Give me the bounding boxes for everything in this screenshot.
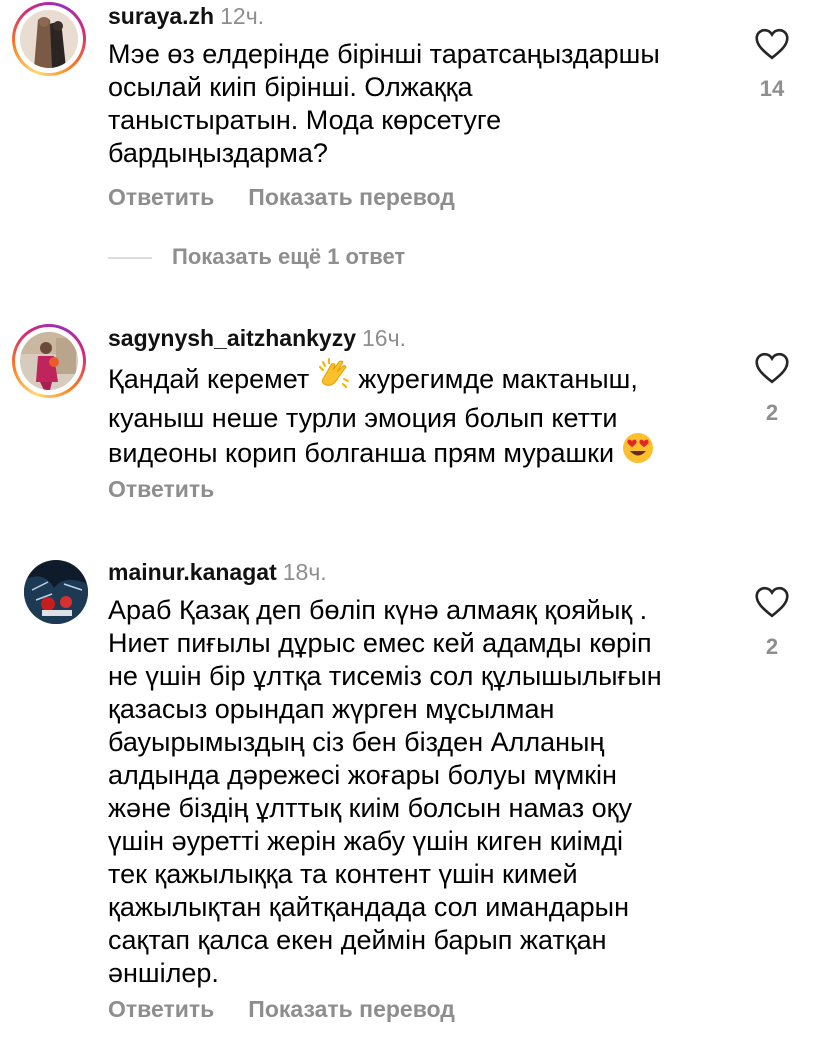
comment-text-fragment: видеоны корип болганша прям мурашки <box>108 438 622 469</box>
show-translation-button[interactable]: Показать перевод <box>248 184 455 210</box>
like-count: 14 <box>759 76 785 101</box>
comment-text: Араб Қазақ деп бөліп күнә алмаяқ қояйық … <box>108 594 718 990</box>
reply-button[interactable]: Ответить <box>108 476 214 502</box>
timestamp: 18ч. <box>282 559 327 585</box>
show-more-replies-label: Показать ещё 1 ответ <box>172 244 406 269</box>
avatar[interactable] <box>24 560 88 624</box>
comment-header: suraya.zh 12ч. <box>108 2 264 30</box>
comment-header: sagynysh_aitzhankyzy 16ч. <box>108 324 406 352</box>
heart-eyes-face-icon <box>622 432 654 472</box>
comment-text: Мэе өз елдерінде бірінші таратсаңыздаршы… <box>108 38 718 170</box>
show-translation-button[interactable]: Показать перевод <box>248 996 455 1022</box>
avatar[interactable] <box>20 10 78 68</box>
comment-text-line: Қандай керемет журегимде мактаныш, <box>108 357 718 402</box>
comment-text-line: әншілер. <box>108 958 219 988</box>
comment-text-line: бардыңыздарма? <box>108 138 328 168</box>
comment-text-line: және біздің ұлттық киім болсын намаз оқу <box>108 793 632 823</box>
comment-text-line: Мэе өз елдерінде бірінші таратсаңыздаршы <box>108 39 660 69</box>
comment-text-line: қажылықтан қайтқандада сол имандарын <box>108 892 629 922</box>
comment-text-fragment: журегимде мактаныш, <box>350 364 638 395</box>
like-section: 2 <box>744 586 800 660</box>
comment-text-line: осылай киіп бірінші. Олжаққа <box>108 72 473 102</box>
comment-text-line: не үшін бір ұлтқа тисеміз сол құлышылығы… <box>108 661 662 691</box>
comment-text-line: таныстыратын. Мода көрсетуге <box>108 105 502 135</box>
comment-text-line: алдында дәрежесі жоғары болуы мүмкін <box>108 760 617 790</box>
divider <box>108 257 152 260</box>
like-section: 14 <box>744 28 800 102</box>
avatar-photo <box>20 332 78 390</box>
username[interactable]: sagynysh_aitzhankyzy <box>108 325 356 351</box>
clapping-hands-icon <box>317 357 351 399</box>
username[interactable]: mainur.kanagat <box>108 559 277 585</box>
like-count: 2 <box>765 634 779 659</box>
reply-button[interactable]: Ответить <box>108 184 214 210</box>
timestamp: 12ч. <box>220 3 265 29</box>
heart-icon[interactable] <box>754 586 790 618</box>
comment-actions: Ответить Показать перевод <box>108 184 489 211</box>
comment-header: mainur.kanagat 18ч. <box>108 558 327 586</box>
comment-actions: Ответить <box>108 476 248 503</box>
comment-actions: Ответить Показать перевод <box>108 996 489 1023</box>
comment-text-line: Араб Қазақ деп бөліп күнә алмаяқ қояйық … <box>108 595 648 625</box>
comment-text-fragment: Қандай керемет <box>108 364 317 395</box>
comment-text-line: қазасыз орындап жүрген мұсылман <box>108 694 555 724</box>
avatar-photo <box>24 560 88 624</box>
username[interactable]: suraya.zh <box>108 3 214 29</box>
like-section: 2 <box>744 352 800 426</box>
comment-text-line: тек қажылыққа та контент үшін кимей <box>108 859 578 889</box>
comment-text-line: видеоны корип болганша прям мурашки <box>108 432 718 475</box>
timestamp: 16ч. <box>362 325 406 351</box>
show-more-replies-button[interactable]: Показать ещё 1 ответ <box>108 244 405 270</box>
heart-icon[interactable] <box>754 352 790 384</box>
heart-icon[interactable] <box>754 28 790 60</box>
avatar[interactable] <box>20 332 78 390</box>
avatar-photo <box>20 10 78 68</box>
comment-text-line: үшін әуретті жерін жабу үшін киген киімд… <box>108 826 623 856</box>
comment-text-line: куаныш неше турли эмоция болып кетти <box>108 403 618 433</box>
comment-text: Қандай керемет журегимде мактаныш, куаны… <box>108 357 718 475</box>
comment-text-line: Ниет пиғылы дұрыс емес кей адамды көріп <box>108 628 652 658</box>
comment-text-line: сақтап қалса екен деймін барып жатқан <box>108 925 607 955</box>
like-count: 2 <box>765 400 779 425</box>
reply-button[interactable]: Ответить <box>108 996 214 1022</box>
comment-text-line: бауырымыздың сіз бен бізден Алланың <box>108 727 605 757</box>
